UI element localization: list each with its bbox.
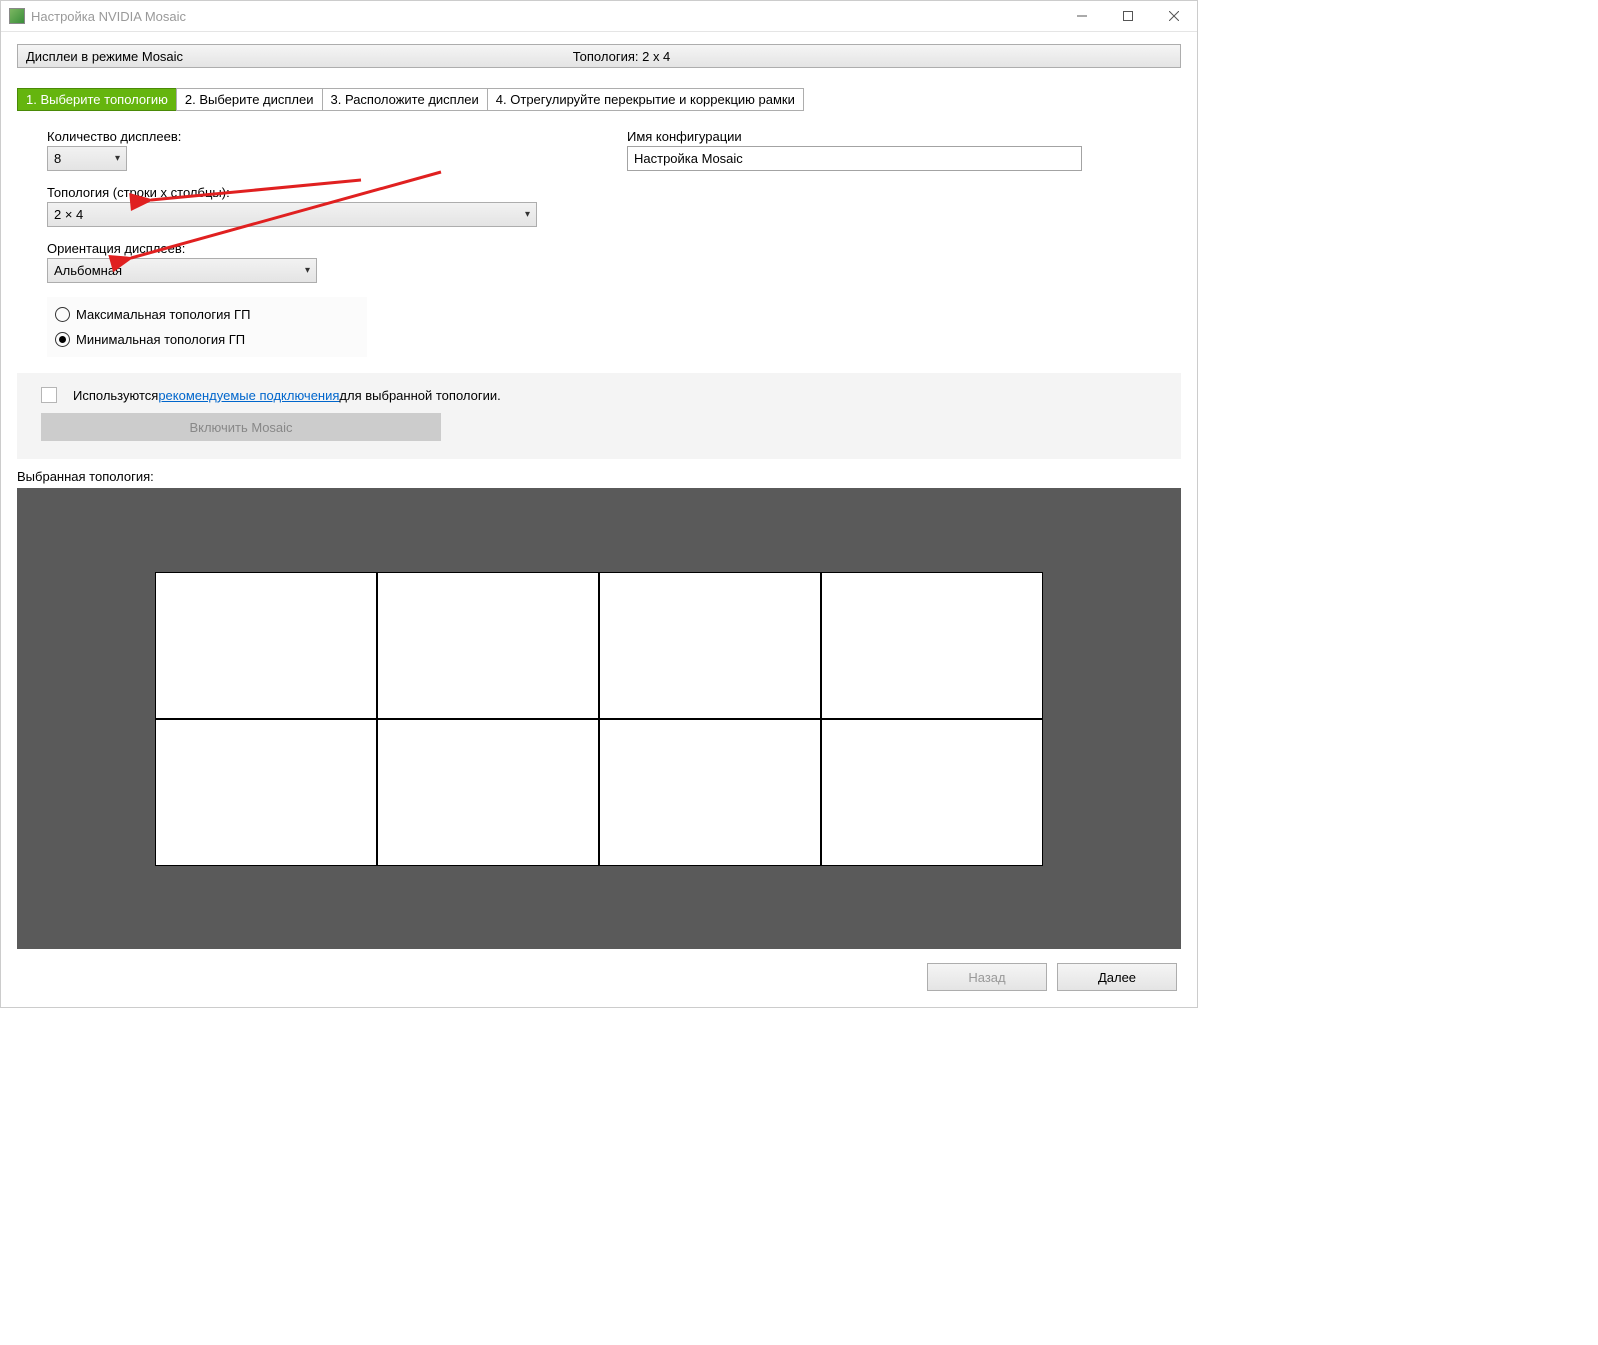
close-button[interactable] bbox=[1151, 1, 1197, 31]
wizard-tabs: 1. Выберите топологию 2. Выберите диспле… bbox=[17, 88, 1181, 111]
topology-grid bbox=[155, 572, 1043, 866]
radio-max-gpu-topology[interactable]: Максимальная топология ГП bbox=[55, 307, 359, 322]
display-cell bbox=[599, 572, 821, 719]
wizard-footer: Назад Далее bbox=[17, 949, 1181, 991]
form-area: Количество дисплеев: 8 ▾ Топология (стро… bbox=[17, 129, 1181, 357]
header-topology-label: Топология: 2 x 4 bbox=[183, 49, 1060, 64]
radio-max-label: Максимальная топология ГП bbox=[76, 307, 250, 322]
radio-min-gpu-topology[interactable]: Минимальная топология ГП bbox=[55, 332, 359, 347]
title-bar: Настройка NVIDIA Mosaic bbox=[1, 1, 1197, 32]
display-cell bbox=[377, 572, 599, 719]
enable-text-prefix: Используются bbox=[73, 388, 158, 403]
next-button[interactable]: Далее bbox=[1057, 963, 1177, 991]
display-cell bbox=[599, 719, 821, 866]
radio-icon bbox=[55, 307, 70, 322]
display-cell bbox=[155, 719, 377, 866]
chevron-down-icon: ▾ bbox=[525, 209, 530, 220]
tab-adjust-overlap[interactable]: 4. Отрегулируйте перекрытие и коррекцию … bbox=[487, 88, 804, 111]
header-mode-label: Дисплеи в режиме Mosaic bbox=[18, 49, 183, 64]
displays-count-value: 8 bbox=[54, 151, 61, 166]
minimize-button[interactable] bbox=[1059, 1, 1105, 31]
tab-select-displays[interactable]: 2. Выберите дисплеи bbox=[176, 88, 323, 111]
display-cell bbox=[155, 572, 377, 719]
orientation-label: Ориентация дисплеев: bbox=[47, 241, 557, 256]
display-cell bbox=[821, 572, 1043, 719]
header-bar: Дисплеи в режиме Mosaic Топология: 2 x 4 bbox=[17, 44, 1181, 68]
topology-rc-label: Топология (строки х столбцы): bbox=[47, 185, 557, 200]
recommended-checkbox[interactable] bbox=[41, 387, 57, 403]
next-label: Далее bbox=[1098, 970, 1136, 985]
display-cell bbox=[821, 719, 1043, 866]
form-left-column: Количество дисплеев: 8 ▾ Топология (стро… bbox=[17, 129, 557, 357]
app-icon bbox=[9, 8, 25, 24]
chevron-down-icon: ▾ bbox=[115, 153, 120, 164]
gpu-topology-radio-group: Максимальная топология ГП Минимальная то… bbox=[47, 297, 367, 357]
window-controls bbox=[1059, 1, 1197, 31]
selected-topology-label: Выбранная топология: bbox=[17, 469, 1181, 484]
maximize-icon bbox=[1123, 11, 1133, 21]
orientation-value: Альбомная bbox=[54, 263, 122, 278]
minimize-icon bbox=[1077, 11, 1087, 21]
config-name-input[interactable] bbox=[627, 146, 1082, 171]
chevron-down-icon: ▾ bbox=[305, 265, 310, 276]
config-name-label: Имя конфигурации bbox=[627, 129, 1181, 144]
topology-value: 2 × 4 bbox=[54, 207, 83, 222]
topology-select[interactable]: 2 × 4 ▾ bbox=[47, 202, 537, 227]
enable-mosaic-label: Включить Mosaic bbox=[189, 420, 292, 435]
enable-text-suffix: для выбранной топологии. bbox=[339, 388, 500, 403]
enable-mosaic-button[interactable]: Включить Mosaic bbox=[41, 413, 441, 441]
recommended-connections-row: Используются рекомендуемые подключения д… bbox=[41, 387, 1157, 403]
form-right-column: Имя конфигурации bbox=[597, 129, 1181, 357]
radio-min-label: Минимальная топология ГП bbox=[76, 332, 245, 347]
content-area: Дисплеи в режиме Mosaic Топология: 2 x 4… bbox=[1, 32, 1197, 1007]
enable-section: Используются рекомендуемые подключения д… bbox=[17, 373, 1181, 459]
topology-preview bbox=[17, 488, 1181, 949]
tab-arrange-displays[interactable]: 3. Расположите дисплеи bbox=[322, 88, 488, 111]
display-cell bbox=[377, 719, 599, 866]
maximize-button[interactable] bbox=[1105, 1, 1151, 31]
back-label: Назад bbox=[968, 970, 1005, 985]
window-frame: Настройка NVIDIA Mosaic Дисплеи в режиме… bbox=[0, 0, 1198, 1008]
radio-icon bbox=[55, 332, 70, 347]
recommended-connections-link[interactable]: рекомендуемые подключения bbox=[158, 388, 339, 403]
orientation-select[interactable]: Альбомная ▾ bbox=[47, 258, 317, 283]
displays-count-select[interactable]: 8 ▾ bbox=[47, 146, 127, 171]
close-icon bbox=[1169, 11, 1179, 21]
back-button[interactable]: Назад bbox=[927, 963, 1047, 991]
displays-count-label: Количество дисплеев: bbox=[47, 129, 557, 144]
tab-select-topology[interactable]: 1. Выберите топологию bbox=[17, 88, 177, 111]
window-title: Настройка NVIDIA Mosaic bbox=[31, 9, 1059, 24]
